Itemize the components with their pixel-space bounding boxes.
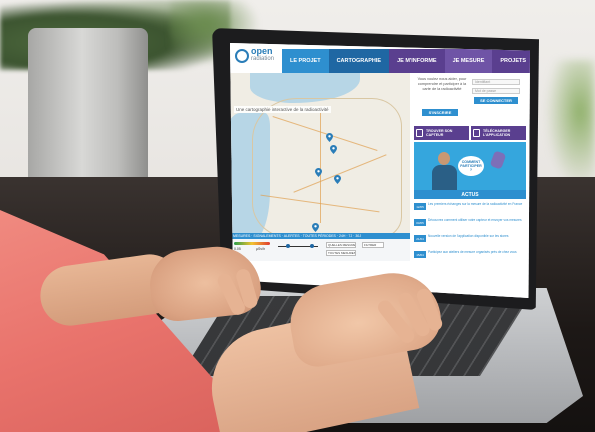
map-legend: 0.05 µSv/h QUELLES MESURES TOUTES MESURE… bbox=[230, 239, 410, 261]
nav-cartographie[interactable]: CARTOGRAPHIE bbox=[328, 49, 390, 73]
sensor-icon bbox=[416, 129, 423, 137]
radiation-map[interactable]: Une cartographie interactive de la radio… bbox=[230, 73, 410, 233]
username-field[interactable]: Identifiant bbox=[472, 79, 520, 85]
map-caption: Une cartographie interactive de la radio… bbox=[234, 106, 331, 113]
nav-le-projet[interactable]: LE PROJET bbox=[282, 49, 329, 73]
signup-button[interactable]: S'INSCRIRE bbox=[422, 109, 458, 116]
participate-bubble[interactable]: COMMENT PARTICIPER ? bbox=[458, 156, 484, 176]
filter-button[interactable]: FILTRER bbox=[362, 242, 384, 248]
promo-download-app-label: TÉLÉCHARGER L'APPLICATION bbox=[483, 128, 511, 138]
news-title[interactable]: Nouvelle version de l'application dispon… bbox=[428, 234, 524, 238]
promo-download-app[interactable]: TÉLÉCHARGER L'APPLICATION bbox=[471, 126, 526, 140]
map-marker-pin-icon[interactable] bbox=[315, 168, 322, 177]
map-france-outline bbox=[252, 98, 402, 233]
news-item[interactable]: 15/04 Participez aux ateliers de mesure … bbox=[414, 249, 526, 264]
nav-je-mesure[interactable]: JE MESURE bbox=[444, 49, 493, 73]
promo-find-sensor-label: TROUVER SON CAPTEUR bbox=[426, 128, 453, 138]
main-nav: LE PROJET CARTOGRAPHIE JE M'INFORME JE M… bbox=[282, 49, 530, 73]
map-marker-pin-icon[interactable] bbox=[330, 145, 337, 154]
time-slider-handle[interactable] bbox=[286, 244, 290, 248]
news-item[interactable]: 03/05 Découvrez comment utiliser votre c… bbox=[414, 217, 526, 232]
password-field[interactable]: Mot de passe bbox=[472, 88, 520, 94]
banner-person-illustration bbox=[432, 165, 457, 190]
map-marker-pin-icon[interactable] bbox=[312, 223, 319, 232]
logo-name[interactable]: open bbox=[251, 47, 273, 56]
background-greenery bbox=[545, 60, 595, 190]
nav-projets[interactable]: PROJETS bbox=[492, 49, 530, 73]
logo-icon[interactable] bbox=[235, 49, 249, 63]
sidebar-intro: Vous voulez nous aider, pour comprendre … bbox=[417, 77, 467, 91]
news-date: 03/05 bbox=[414, 219, 426, 226]
promo-tiles: TROUVER SON CAPTEUR TÉLÉCHARGER L'APPLIC… bbox=[414, 126, 526, 140]
map-marker-pin-icon[interactable] bbox=[326, 133, 333, 142]
news-heading: ACTUS bbox=[414, 190, 526, 199]
measure-scope-select[interactable]: TOUTES MESURES bbox=[326, 250, 356, 256]
news-title[interactable]: Participez aux ateliers de mesure organi… bbox=[428, 250, 524, 254]
sidebar: Vous voulez nous aider, pour comprendre … bbox=[410, 73, 530, 298]
laptop-screen: open radiation LE PROJET CARTOGRAPHIE JE… bbox=[230, 43, 530, 298]
news-item[interactable]: 21/04 Nouvelle version de l'application … bbox=[414, 233, 526, 248]
scale-unit-label: µSv/h bbox=[256, 247, 266, 251]
time-slider-handle[interactable] bbox=[310, 244, 314, 248]
map-marker-pin-icon[interactable] bbox=[334, 175, 341, 184]
promo-find-sensor[interactable]: TROUVER SON CAPTEUR bbox=[414, 126, 469, 140]
news-date: 12/05 bbox=[414, 203, 426, 210]
measure-type-select[interactable]: QUELLES MESURES bbox=[326, 242, 356, 248]
news-title[interactable]: Les premiers échanges sur la mesure de l… bbox=[428, 202, 524, 206]
news-title[interactable]: Découvrez comment utiliser votre capteur… bbox=[428, 218, 524, 222]
sensor-device-icon bbox=[489, 150, 507, 170]
news-date: 21/04 bbox=[414, 235, 426, 242]
participate-banner[interactable]: COMMENT PARTICIPER ? bbox=[414, 142, 526, 190]
nav-je-minforme[interactable]: JE M'INFORME bbox=[389, 49, 445, 73]
logo-subtitle: radiation bbox=[251, 56, 275, 62]
news-date: 15/04 bbox=[414, 251, 426, 258]
phone-icon bbox=[473, 129, 480, 137]
news-item[interactable]: 12/05 Les premiers échanges sur la mesur… bbox=[414, 201, 526, 216]
planter-pot bbox=[28, 28, 148, 193]
dose-scale-bar bbox=[234, 242, 270, 245]
banner-person-head bbox=[438, 152, 450, 165]
login-button[interactable]: SE CONNECTER bbox=[474, 97, 518, 104]
